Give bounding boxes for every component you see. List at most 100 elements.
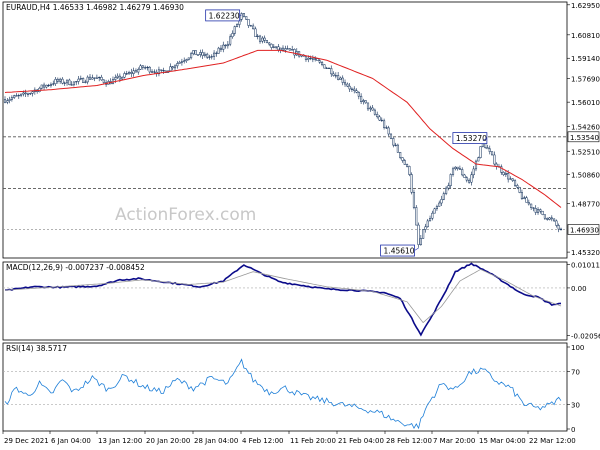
candle-body bbox=[472, 168, 475, 176]
candle-body bbox=[518, 186, 521, 193]
candle-body bbox=[224, 44, 227, 47]
candle-body bbox=[130, 72, 133, 74]
candle-body bbox=[148, 66, 151, 73]
candle-body bbox=[272, 46, 275, 48]
candle-body bbox=[137, 69, 140, 73]
candle-body bbox=[233, 26, 236, 34]
candle-body bbox=[360, 95, 363, 102]
candle-body bbox=[70, 84, 73, 86]
candle-body bbox=[139, 65, 142, 70]
candle-body bbox=[187, 57, 190, 60]
candle-body bbox=[118, 75, 121, 80]
candle-body bbox=[173, 65, 177, 69]
candle-body bbox=[222, 44, 225, 50]
candle-body bbox=[530, 203, 533, 208]
x-tick-label: 20 Jan 20:00 bbox=[146, 437, 190, 445]
candle-body bbox=[100, 76, 103, 81]
candle-body bbox=[553, 218, 556, 222]
candle-body bbox=[406, 164, 409, 167]
candle-body bbox=[171, 66, 174, 69]
candle-body bbox=[144, 67, 147, 69]
candle-body bbox=[507, 173, 510, 180]
candle-body bbox=[229, 36, 232, 45]
candle-body bbox=[284, 48, 287, 51]
x-tick-label: 28 Jan 04:00 bbox=[194, 437, 238, 445]
candle-body bbox=[206, 53, 209, 58]
candle-body bbox=[190, 53, 193, 59]
candle-body bbox=[79, 78, 82, 80]
candle-body bbox=[559, 228, 563, 230]
candle-body bbox=[534, 208, 537, 213]
candle-body bbox=[8, 99, 11, 101]
candle-body bbox=[465, 177, 468, 181]
candle-body bbox=[323, 64, 326, 69]
candle-body bbox=[98, 76, 101, 79]
candle-body bbox=[114, 77, 117, 80]
candle-body bbox=[555, 220, 558, 226]
candle-body bbox=[383, 120, 386, 128]
candle-body bbox=[13, 95, 16, 98]
candle-body bbox=[91, 77, 94, 80]
candle-body bbox=[435, 206, 438, 210]
candle-body bbox=[93, 77, 96, 79]
annotation-leader bbox=[414, 247, 419, 251]
y-tick-label: 1.56010 bbox=[571, 99, 600, 107]
candle-body bbox=[316, 58, 319, 61]
candle-body bbox=[121, 76, 124, 80]
candle-body bbox=[77, 78, 80, 82]
candle-body bbox=[102, 79, 105, 83]
candle-body bbox=[426, 220, 429, 228]
rsi-y-tick-label: 0 bbox=[571, 426, 575, 434]
candle-body bbox=[293, 49, 296, 56]
candle-body bbox=[240, 13, 243, 20]
candle-body bbox=[311, 58, 314, 60]
candle-body bbox=[210, 56, 213, 58]
candle-body bbox=[86, 76, 89, 83]
candle-body bbox=[387, 127, 390, 135]
x-tick-label: 6 Jan 04:00 bbox=[51, 437, 91, 445]
candle-body bbox=[394, 144, 397, 146]
y-tick-label: 1.52510 bbox=[571, 148, 600, 156]
annotation-label: 1.45610 bbox=[384, 247, 415, 256]
candle-body bbox=[410, 174, 413, 193]
candle-body bbox=[176, 63, 179, 67]
y-tick-label: 1.48770 bbox=[571, 201, 600, 209]
candle-body bbox=[541, 210, 544, 215]
candle-body bbox=[185, 59, 188, 62]
candle-body bbox=[353, 88, 356, 91]
y-tick-label: 1.45320 bbox=[571, 249, 600, 257]
x-tick-label: 15 Mar 04:00 bbox=[479, 437, 526, 445]
y-tick-label: 1.60810 bbox=[571, 32, 600, 40]
candle-body bbox=[373, 109, 376, 115]
candle-body bbox=[249, 25, 252, 27]
candle-body bbox=[56, 78, 59, 82]
rsi-y-tick-label: 30 bbox=[571, 401, 580, 409]
candle-body bbox=[396, 144, 399, 153]
candle-body bbox=[433, 208, 436, 214]
candle-body bbox=[330, 68, 333, 75]
x-tick-label: 13 Jan 12:00 bbox=[98, 437, 142, 445]
candle-body bbox=[458, 168, 461, 170]
candle-body bbox=[123, 73, 126, 78]
rsi-pane-frame bbox=[2, 342, 568, 432]
candle-body bbox=[523, 197, 526, 200]
y-tick-label: 1.57690 bbox=[571, 76, 600, 84]
candle-body bbox=[215, 52, 218, 54]
y-tick-label: 1.54260 bbox=[571, 124, 600, 132]
candle-body bbox=[348, 85, 351, 90]
candle-body bbox=[463, 174, 466, 178]
candle-body bbox=[389, 133, 393, 139]
candle-body bbox=[525, 197, 528, 203]
candle-body bbox=[160, 69, 163, 71]
candle-body bbox=[49, 83, 53, 86]
candle-body bbox=[40, 84, 43, 89]
candle-body bbox=[15, 95, 18, 97]
candle-body bbox=[327, 67, 331, 69]
candle-body bbox=[183, 60, 186, 62]
rsi-line bbox=[4, 358, 562, 430]
candle-body bbox=[288, 48, 291, 51]
candle-body bbox=[339, 77, 342, 80]
candle-body bbox=[6, 100, 9, 103]
candle-body bbox=[454, 166, 457, 170]
candle-body bbox=[438, 202, 441, 207]
